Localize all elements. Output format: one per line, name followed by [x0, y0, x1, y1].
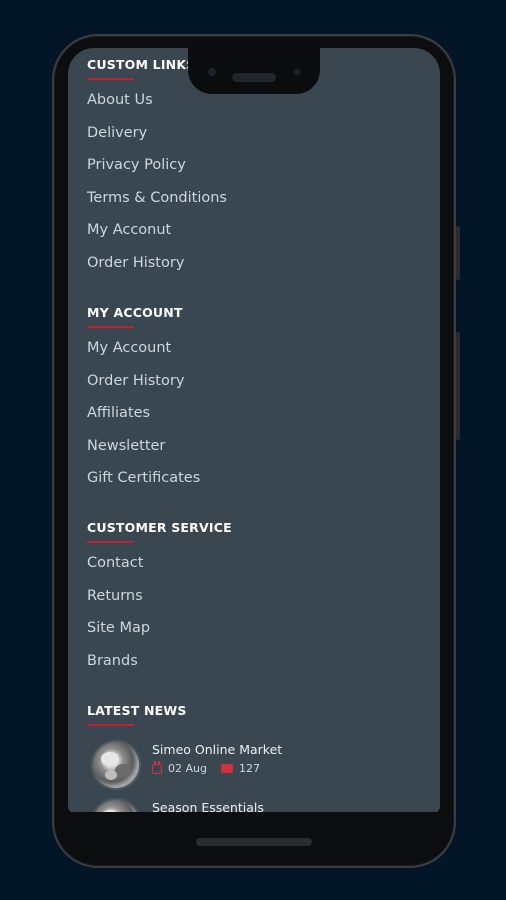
section-underline	[87, 326, 134, 328]
news-date: 02 Aug	[168, 762, 207, 775]
link-delivery[interactable]: Delivery	[87, 123, 427, 156]
section-customer-service: CUSTOMER SERVICE Contact Returns Site Ma…	[87, 519, 427, 683]
link-about-us[interactable]: About Us	[87, 90, 427, 123]
link-order-history[interactable]: Order History	[87, 253, 427, 286]
sensor-icon	[294, 69, 300, 75]
phone-chin	[68, 812, 440, 856]
section-latest-news: LATEST NEWS Simeo Online Market 02 Aug 1…	[87, 702, 427, 814]
section-underline	[87, 541, 134, 543]
section-my-account: MY ACCOUNT My Account Order History Affi…	[87, 304, 427, 501]
link-my-account[interactable]: My Account	[87, 338, 427, 371]
link-brands[interactable]: Brands	[87, 651, 427, 684]
link-newsletter[interactable]: Newsletter	[87, 436, 427, 469]
link-gift-certificates[interactable]: Gift Certificates	[87, 468, 427, 501]
section-underline	[87, 724, 134, 726]
comment-icon	[220, 764, 233, 773]
link-returns[interactable]: Returns	[87, 586, 427, 619]
link-site-map[interactable]: Site Map	[87, 618, 427, 651]
bottom-speaker	[196, 838, 312, 846]
volume-button	[456, 226, 460, 280]
news-thumbnail[interactable]	[91, 740, 141, 790]
earpiece-speaker	[232, 73, 276, 82]
news-item[interactable]: Simeo Online Market 02 Aug 127	[91, 740, 421, 794]
camera-notch	[188, 46, 320, 94]
link-affiliates[interactable]: Affiliates	[87, 403, 427, 436]
power-button	[456, 332, 460, 440]
calendar-icon	[152, 760, 162, 774]
link-my-account[interactable]: My Acconut	[87, 220, 427, 253]
section-title: LATEST NEWS	[87, 703, 187, 718]
section-title: CUSTOMER SERVICE	[87, 520, 232, 535]
news-meta: 02 Aug 127	[152, 760, 260, 775]
section-underline	[87, 78, 134, 80]
link-contact[interactable]: Contact	[87, 553, 427, 586]
link-order-history[interactable]: Order History	[87, 371, 427, 404]
link-terms-conditions[interactable]: Terms & Conditions	[87, 188, 427, 221]
section-title: MY ACCOUNT	[87, 305, 183, 320]
app-screen: CUSTOM LINKS About Us Delivery Privacy P…	[68, 48, 440, 814]
link-privacy-policy[interactable]: Privacy Policy	[87, 155, 427, 188]
news-title[interactable]: Simeo Online Market	[152, 742, 282, 757]
news-comment-count: 127	[238, 762, 260, 775]
front-camera-icon	[208, 68, 216, 76]
